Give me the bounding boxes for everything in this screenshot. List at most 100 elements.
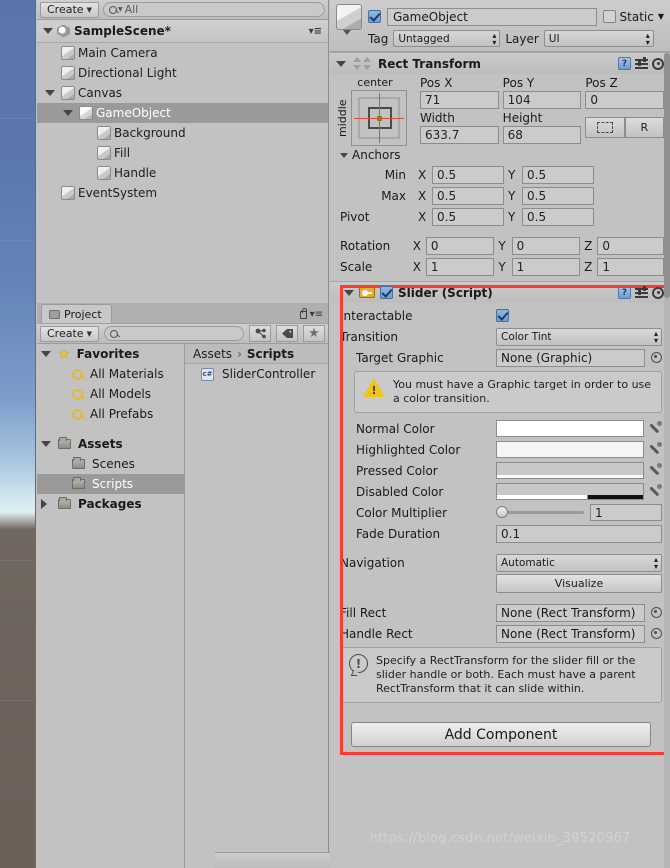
navigation-dropdown[interactable]: Automatic	[496, 553, 662, 572]
hierarchy-create-button[interactable]: Create ▼	[40, 1, 99, 18]
lock-icon[interactable]	[299, 307, 307, 319]
color-multiplier-input[interactable]: 1	[590, 504, 662, 521]
scene-view-strip[interactable]	[0, 0, 36, 868]
pos-y-input[interactable]: 104	[502, 91, 582, 109]
rotation-x-input[interactable]: 0	[425, 236, 495, 255]
eyedropper-icon[interactable]	[649, 442, 662, 457]
highlighted-color-field[interactable]	[496, 441, 644, 458]
disabled-color-field[interactable]	[496, 483, 644, 500]
eyedropper-icon[interactable]	[649, 421, 662, 436]
normal-color-field[interactable]	[496, 420, 644, 437]
chevron-down-icon[interactable]	[63, 110, 76, 116]
chevron-down-icon[interactable]	[45, 90, 58, 96]
filter-by-type-button[interactable]	[249, 325, 271, 342]
interactable-checkbox[interactable]	[496, 309, 509, 322]
fade-duration-input[interactable]: 0.1	[496, 524, 662, 543]
transition-dropdown[interactable]: Color Tint	[496, 327, 662, 346]
project-tree-item-scripts[interactable]: Scripts	[37, 474, 184, 494]
gameobject-icon[interactable]	[336, 3, 362, 35]
tag-dropdown[interactable]: Untagged	[393, 30, 501, 47]
project-tree-item-packages[interactable]: Packages	[37, 494, 184, 514]
scale-y-input[interactable]: 1	[511, 257, 581, 276]
rotation-y-input[interactable]: 0	[511, 236, 581, 255]
hierarchy-search-input[interactable]: ▼ All	[102, 2, 325, 17]
hierarchy-item-canvas[interactable]: Canvas	[37, 83, 328, 103]
fill-rect-objectfield[interactable]: None (Rect Transform)	[496, 603, 645, 622]
height-input[interactable]: 68	[502, 126, 582, 144]
project-tree-item-favorites[interactable]: ★ Favorites	[37, 344, 184, 364]
static-checkbox[interactable]	[602, 10, 616, 23]
hierarchy-item-fill[interactable]: Fill	[37, 143, 328, 163]
layer-dropdown[interactable]: UI	[543, 30, 654, 47]
anchor-min-y-input[interactable]: 0.5	[522, 165, 594, 184]
chevron-down-icon[interactable]	[41, 351, 54, 357]
chevron-right-icon[interactable]	[41, 499, 54, 509]
object-picker-icon[interactable]	[651, 607, 662, 618]
scale-x-input[interactable]: 1	[425, 257, 495, 276]
rotation-z-input[interactable]: 0	[597, 236, 664, 255]
slider-enabled-checkbox[interactable]	[380, 286, 393, 299]
pos-z-input[interactable]: 0	[585, 91, 665, 109]
pos-x-input[interactable]: 71	[420, 91, 499, 109]
anchor-max-y-input[interactable]: 0.5	[522, 186, 594, 205]
favorite-star-button[interactable]: ★	[303, 325, 325, 342]
project-create-button[interactable]: Create ▼	[40, 325, 99, 342]
anchor-preset-button[interactable]	[351, 90, 407, 146]
breadcrumb-item[interactable]: Assets	[193, 347, 232, 361]
color-multiplier-slider[interactable]	[496, 506, 584, 518]
visualize-button[interactable]: Visualize	[496, 574, 662, 593]
project-tree-item-all-models[interactable]: All Models	[37, 384, 184, 404]
raw-edit-mode-button[interactable]: R	[624, 117, 665, 138]
hierarchy-item-gameobject[interactable]: GameObject	[37, 103, 328, 123]
scale-z-input[interactable]: 1	[597, 257, 664, 276]
anchors-section-header[interactable]: Anchors	[336, 146, 664, 164]
breadcrumb-item[interactable]: Scripts	[247, 347, 294, 361]
chevron-down-icon[interactable]	[336, 60, 346, 67]
hierarchy-item-directional-light[interactable]: Directional Light	[37, 63, 328, 83]
hierarchy-item-main-camera[interactable]: Main Camera	[37, 43, 328, 63]
pressed-color-field[interactable]	[496, 462, 644, 479]
handle-rect-objectfield[interactable]: None (Rect Transform)	[496, 624, 645, 643]
project-tree-item-assets[interactable]: Assets	[37, 434, 184, 454]
chevron-down-icon[interactable]	[344, 289, 354, 296]
project-tree-item-scenes[interactable]: Scenes	[37, 454, 184, 474]
preset-icon[interactable]	[635, 57, 648, 69]
target-graphic-objectfield[interactable]: None (Graphic)	[496, 348, 645, 367]
project-tree-item-all-materials[interactable]: All Materials	[37, 364, 184, 384]
object-picker-icon[interactable]	[651, 628, 662, 639]
project-tab-icons[interactable]: ▾≡	[299, 307, 323, 323]
gear-icon[interactable]	[652, 286, 664, 299]
hierarchy-item-background[interactable]: Background	[37, 123, 328, 143]
project-search-input[interactable]	[103, 326, 244, 341]
slider-handle[interactable]	[496, 506, 508, 518]
object-picker-icon[interactable]	[651, 352, 662, 363]
pivot-y-input[interactable]: 0.5	[522, 207, 594, 226]
anchor-max-x-input[interactable]: 0.5	[432, 186, 504, 205]
project-context-menu-icon[interactable]: ▾≡	[310, 309, 323, 320]
asset-item[interactable]: c# SliderController	[185, 364, 328, 384]
filter-by-label-button[interactable]	[276, 325, 298, 342]
hierarchy-context-menu-icon[interactable]: ▾≡	[309, 26, 322, 37]
project-tree-item-all-prefabs[interactable]: All Prefabs	[37, 404, 184, 424]
anchor-min-x-input[interactable]: 0.5	[432, 165, 504, 184]
pivot-x-input[interactable]: 0.5	[432, 207, 504, 226]
rect-transform-header[interactable]: Rect Transform ?	[330, 53, 670, 74]
slider-script-header[interactable]: Slider (Script) ?	[330, 282, 670, 303]
help-icon[interactable]: ?	[618, 286, 631, 299]
width-input[interactable]: 633.7	[420, 126, 499, 144]
add-component-button[interactable]: Add Component	[351, 722, 651, 747]
chevron-down-icon[interactable]	[43, 28, 53, 34]
blueprint-mode-button[interactable]	[585, 117, 625, 138]
tab-project[interactable]: Project	[41, 304, 112, 323]
scene-header-row[interactable]: SampleScene* ▾≡	[37, 20, 328, 43]
chevron-down-icon[interactable]: ▼	[658, 12, 664, 21]
gameobject-enabled-checkbox[interactable]	[368, 10, 381, 23]
help-icon[interactable]: ?	[618, 57, 631, 70]
eyedropper-icon[interactable]	[649, 463, 662, 478]
inspector-scrollbar[interactable]	[664, 53, 670, 868]
static-toggle-group[interactable]: Static ▼	[602, 10, 664, 24]
hierarchy-item-handle[interactable]: Handle	[37, 163, 328, 183]
gear-icon[interactable]	[652, 57, 664, 70]
hierarchy-item-eventsystem[interactable]: EventSystem	[37, 183, 328, 203]
gameobject-name-input[interactable]: GameObject	[387, 7, 597, 26]
